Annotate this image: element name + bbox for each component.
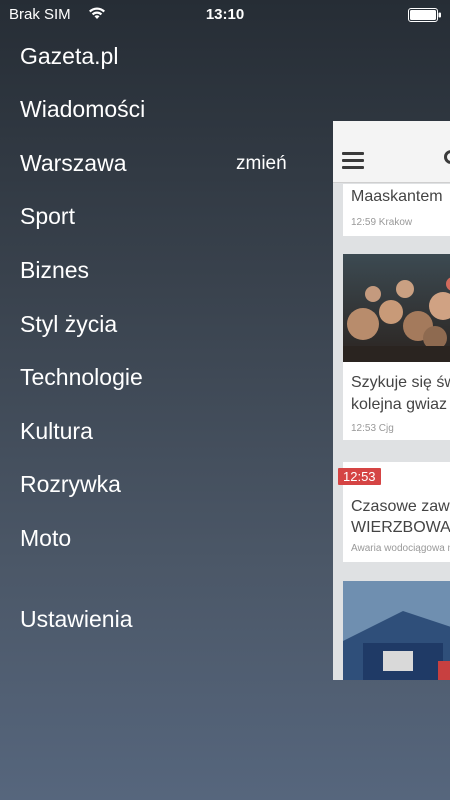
menu-item-technologie[interactable]: Technologie <box>20 359 143 395</box>
article-title: Maaskantem <box>351 188 443 205</box>
article-title: Szykuje się św <box>351 374 450 391</box>
menu-item-styl-zycia[interactable]: Styl życia <box>20 306 117 342</box>
article-image <box>343 254 450 367</box>
article-card[interactable]: Maaskantem 12:59 Krakow <box>343 184 450 236</box>
menu-item-warszawa[interactable]: Warszawa <box>20 145 127 181</box>
article-meta: Awaria wodociągowa n <box>351 543 450 554</box>
menu-item-moto[interactable]: Moto <box>20 520 71 556</box>
article-title-line2: WIERZBOWA <box>351 519 450 536</box>
battery-icon <box>408 8 442 22</box>
menu-item-wiadomosci[interactable]: Wiadomości <box>20 91 145 127</box>
hamburger-icon[interactable] <box>342 152 364 170</box>
article-card[interactable]: Szykuje się św kolejna gwiaz 12:53 Cjg <box>343 254 450 440</box>
article-meta: 12:53 Cjg <box>351 423 394 434</box>
content-header <box>333 121 450 183</box>
change-city-link[interactable]: zmień <box>236 149 287 179</box>
menu-item-ustawienia[interactable]: Ustawienia <box>20 601 133 637</box>
clock: 13:10 <box>205 6 245 23</box>
time-badge: 12:53 <box>338 468 381 485</box>
article-card[interactable] <box>343 581 450 680</box>
menu-item-biznes[interactable]: Biznes <box>20 252 89 288</box>
content-preview-panel[interactable]: Maaskantem 12:59 Krakow Szykuje się św k… <box>333 121 450 680</box>
article-title: Czasowe zaw <box>351 498 450 515</box>
menu-item-rozrywka[interactable]: Rozrywka <box>20 466 121 502</box>
menu-item-kultura[interactable]: Kultura <box>20 413 93 449</box>
menu-item-gazeta[interactable]: Gazeta.pl <box>20 38 118 74</box>
menu-item-sport[interactable]: Sport <box>20 198 75 234</box>
article-image <box>343 581 450 680</box>
search-icon[interactable] <box>444 150 450 164</box>
article-meta: 12:59 Krakow <box>351 217 413 228</box>
article-title-line2: kolejna gwiaz <box>351 396 448 413</box>
status-bar: Brak SIM 13:10 <box>0 0 450 30</box>
